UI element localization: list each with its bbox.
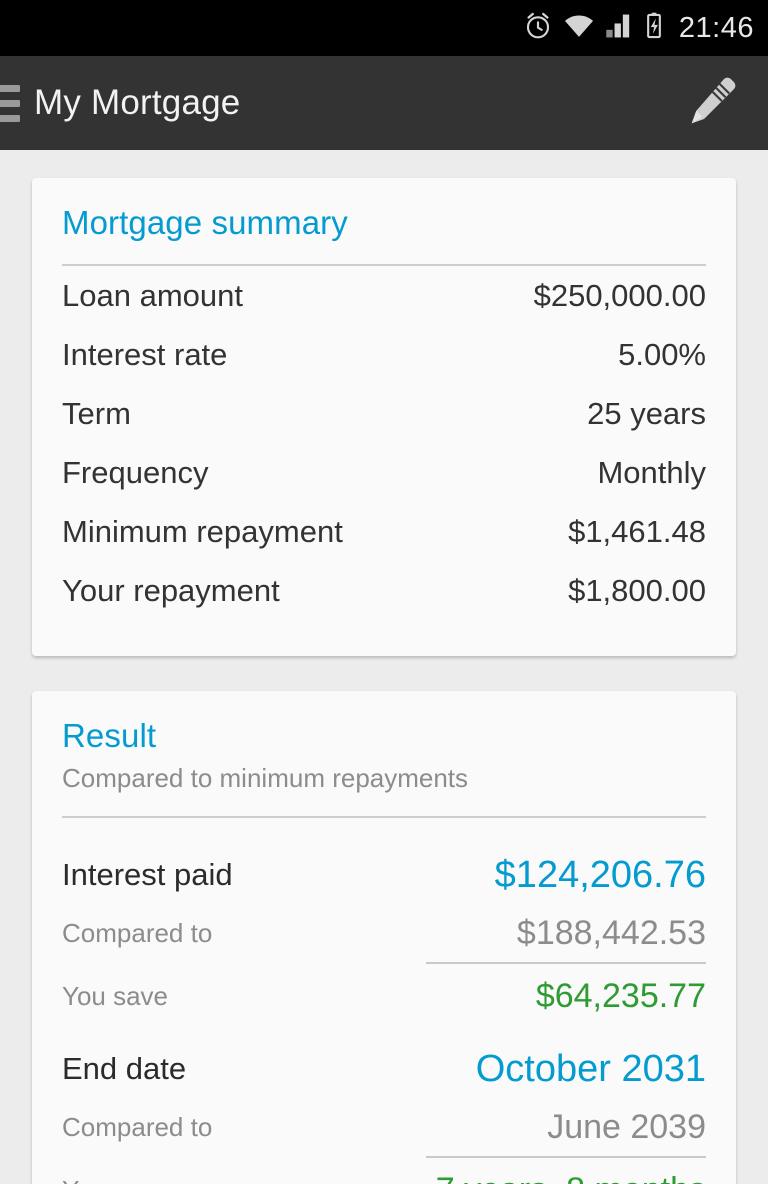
row-value: 5.00% (618, 337, 706, 372)
status-time: 21:46 (678, 11, 754, 44)
table-row: Loan amount $250,000.00 (62, 278, 706, 337)
row-value: 25 years (587, 396, 706, 431)
row-label: Frequency (62, 455, 209, 490)
table-row: Frequency Monthly (62, 455, 706, 514)
summary-card-title: Mortgage summary (62, 204, 348, 241)
row-label: Interest rate (62, 337, 228, 372)
row-label: Compared to (62, 917, 213, 948)
row-value: $188,442.53 (516, 913, 706, 952)
row-label: You save (62, 1175, 168, 1184)
row-value: $1,800.00 (568, 573, 706, 608)
summary-card-body: Loan amount $250,000.00 Interest rate 5.… (62, 266, 706, 656)
result-group-end-date: End date October 2031 Compared to June 2… (62, 1024, 706, 1184)
table-row: Interest paid $124,206.76 (62, 844, 706, 906)
result-card-subtitle: Compared to minimum repayments (62, 763, 469, 793)
result-card-title: Result (62, 717, 157, 754)
row-value: October 2031 (475, 1047, 706, 1090)
row-value: June 2039 (547, 1107, 706, 1146)
page-title: My Mortgage (34, 83, 241, 122)
divider (426, 1156, 706, 1158)
hamburger-bar (0, 114, 20, 122)
wifi-icon (563, 13, 595, 44)
cellular-signal-icon (605, 13, 633, 44)
content-scroll-area[interactable]: Mortgage summary Loan amount $250,000.00… (0, 150, 768, 1184)
pencil-edit-icon (684, 73, 740, 134)
row-value: $1,461.48 (568, 514, 706, 549)
result-card-header: Result Compared to minimum repayments (62, 691, 706, 818)
divider (426, 962, 706, 964)
alarm-icon (523, 11, 553, 46)
row-label: Interest paid (62, 857, 233, 892)
row-label: Your repayment (62, 573, 280, 608)
table-row: You save $64,235.77 (62, 968, 706, 1024)
table-row: Your repayment $1,800.00 (62, 573, 706, 632)
table-row: Compared to $188,442.53 (62, 906, 706, 960)
hamburger-menu-icon[interactable] (0, 84, 20, 122)
table-row: Minimum repayment $1,461.48 (62, 514, 706, 573)
row-value: 7 years, 8 months (436, 1171, 706, 1184)
hamburger-bar (0, 84, 20, 92)
result-card: Result Compared to minimum repayments In… (32, 691, 736, 1184)
summary-card-header: Mortgage summary (62, 178, 706, 266)
battery-charging-icon (643, 12, 665, 45)
row-value: $250,000.00 (533, 278, 706, 313)
row-value: Monthly (597, 455, 706, 490)
row-label: Compared to (62, 1111, 213, 1142)
result-group-interest-paid: Interest paid $124,206.76 Compared to $1… (62, 830, 706, 1024)
result-card-body: Interest paid $124,206.76 Compared to $1… (62, 818, 706, 1184)
row-value: $124,206.76 (494, 853, 706, 896)
row-label: Minimum repayment (62, 514, 343, 549)
status-bar: 21:46 (0, 0, 768, 56)
row-label: Loan amount (62, 278, 243, 313)
table-row: Interest rate 5.00% (62, 337, 706, 396)
table-row: You save 7 years, 8 months (62, 1162, 706, 1184)
table-row: Term 25 years (62, 396, 706, 455)
hamburger-bar (0, 99, 20, 107)
app-bar: My Mortgage (0, 56, 768, 150)
row-value: $64,235.77 (535, 976, 706, 1015)
row-label: You save (62, 980, 169, 1011)
table-row: Compared to June 2039 (62, 1100, 706, 1154)
row-label: Term (62, 396, 131, 431)
mortgage-summary-card: Mortgage summary Loan amount $250,000.00… (32, 178, 736, 656)
row-label: End date (62, 1051, 187, 1086)
edit-button[interactable] (682, 73, 742, 133)
table-row: End date October 2031 (62, 1038, 706, 1100)
